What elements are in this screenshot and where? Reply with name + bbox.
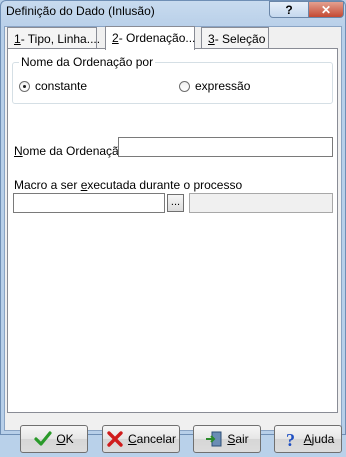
button-bar: OK Cancelar Sair ? Ajuda bbox=[15, 425, 342, 457]
tab-selecao[interactable]: 3- Seleção bbox=[201, 27, 269, 49]
tab-selecao-key: 3 bbox=[208, 32, 215, 46]
macro-label: Macro a ser executada durante o processo bbox=[14, 178, 242, 192]
tab-tipo-linha-label: - Tipo, Linha.... bbox=[20, 32, 101, 46]
radio-expressao[interactable]: expressão bbox=[179, 79, 250, 93]
tab-selecao-label: - Seleção bbox=[214, 32, 266, 46]
question-icon: ? bbox=[282, 430, 300, 450]
tab-ordenacao-label: - Ordenação... bbox=[118, 31, 196, 45]
ordering-groupbox: Nome da Ordenação por constante expressã… bbox=[12, 55, 333, 104]
check-icon bbox=[34, 430, 52, 448]
title-help-button[interactable]: ? bbox=[269, 1, 309, 18]
radio-constante-label: constante bbox=[35, 79, 88, 93]
ok-button[interactable]: OK bbox=[20, 425, 88, 453]
radio-expressao-label: expressão bbox=[195, 79, 251, 93]
exit-door-icon bbox=[205, 430, 223, 448]
ordering-group-label: Nome da Ordenação por bbox=[19, 55, 156, 69]
radio-expressao-indicator[interactable] bbox=[179, 80, 190, 92]
ok-button-label: OK bbox=[56, 432, 73, 446]
cancel-button-rest: ancelar bbox=[136, 432, 177, 446]
close-icon: ✕ bbox=[320, 2, 332, 17]
name-field-input[interactable] bbox=[118, 137, 333, 157]
dialog-client: 1- Tipo, Linha.... 2- Ordenação... 3- Se… bbox=[4, 26, 342, 453]
cancel-button-key: C bbox=[127, 432, 137, 446]
svg-text:?: ? bbox=[286, 430, 295, 448]
window-title: Definição do Dado (Inlusão) bbox=[6, 4, 155, 18]
macro-browse-button[interactable]: ... bbox=[167, 194, 184, 212]
help-button[interactable]: ? Ajuda bbox=[274, 425, 342, 453]
dialog-window: Definição do Dado (Inlusão) ? ✕ 1- Tipo,… bbox=[0, 0, 346, 453]
radio-constante-indicator[interactable] bbox=[19, 80, 30, 92]
help-icon: ? bbox=[285, 2, 293, 17]
macro-description-field bbox=[189, 193, 333, 213]
macro-label-pre: Macro a ser bbox=[14, 178, 81, 192]
tab-ordenacao[interactable]: 2- Ordenação... bbox=[105, 26, 195, 50]
ok-button-rest: K bbox=[65, 432, 74, 446]
radio-constante[interactable]: constante bbox=[19, 79, 87, 93]
tab-tipo-linha-key: 1 bbox=[14, 32, 21, 46]
name-field-label: Nome da Ordenação bbox=[14, 144, 125, 158]
exit-button-label: Sair bbox=[227, 432, 248, 446]
name-field-label-text: ome da Ordenação bbox=[22, 144, 126, 158]
help-button-key: A bbox=[303, 432, 312, 446]
macro-input[interactable] bbox=[13, 193, 165, 213]
tab-ordenacao-key: 2 bbox=[112, 31, 119, 45]
tab-panel-ordenacao: Nome da Ordenação por constante expressã… bbox=[7, 48, 338, 413]
cancel-button-label: Cancelar bbox=[128, 432, 176, 446]
ok-button-key: O bbox=[56, 432, 66, 446]
x-icon bbox=[106, 430, 124, 448]
name-field-label-key: N bbox=[14, 144, 23, 158]
exit-button[interactable]: Sair bbox=[193, 425, 261, 453]
title-close-button[interactable]: ✕ bbox=[308, 1, 344, 18]
help-button-rest: juda bbox=[311, 432, 335, 446]
help-button-label: Ajuda bbox=[304, 432, 335, 446]
exit-button-rest: air bbox=[235, 432, 249, 446]
macro-label-rest: xecutada durante o processo bbox=[87, 178, 243, 192]
cancel-button[interactable]: Cancelar bbox=[102, 425, 180, 453]
tab-tipo-linha[interactable]: 1- Tipo, Linha.... bbox=[7, 27, 101, 49]
